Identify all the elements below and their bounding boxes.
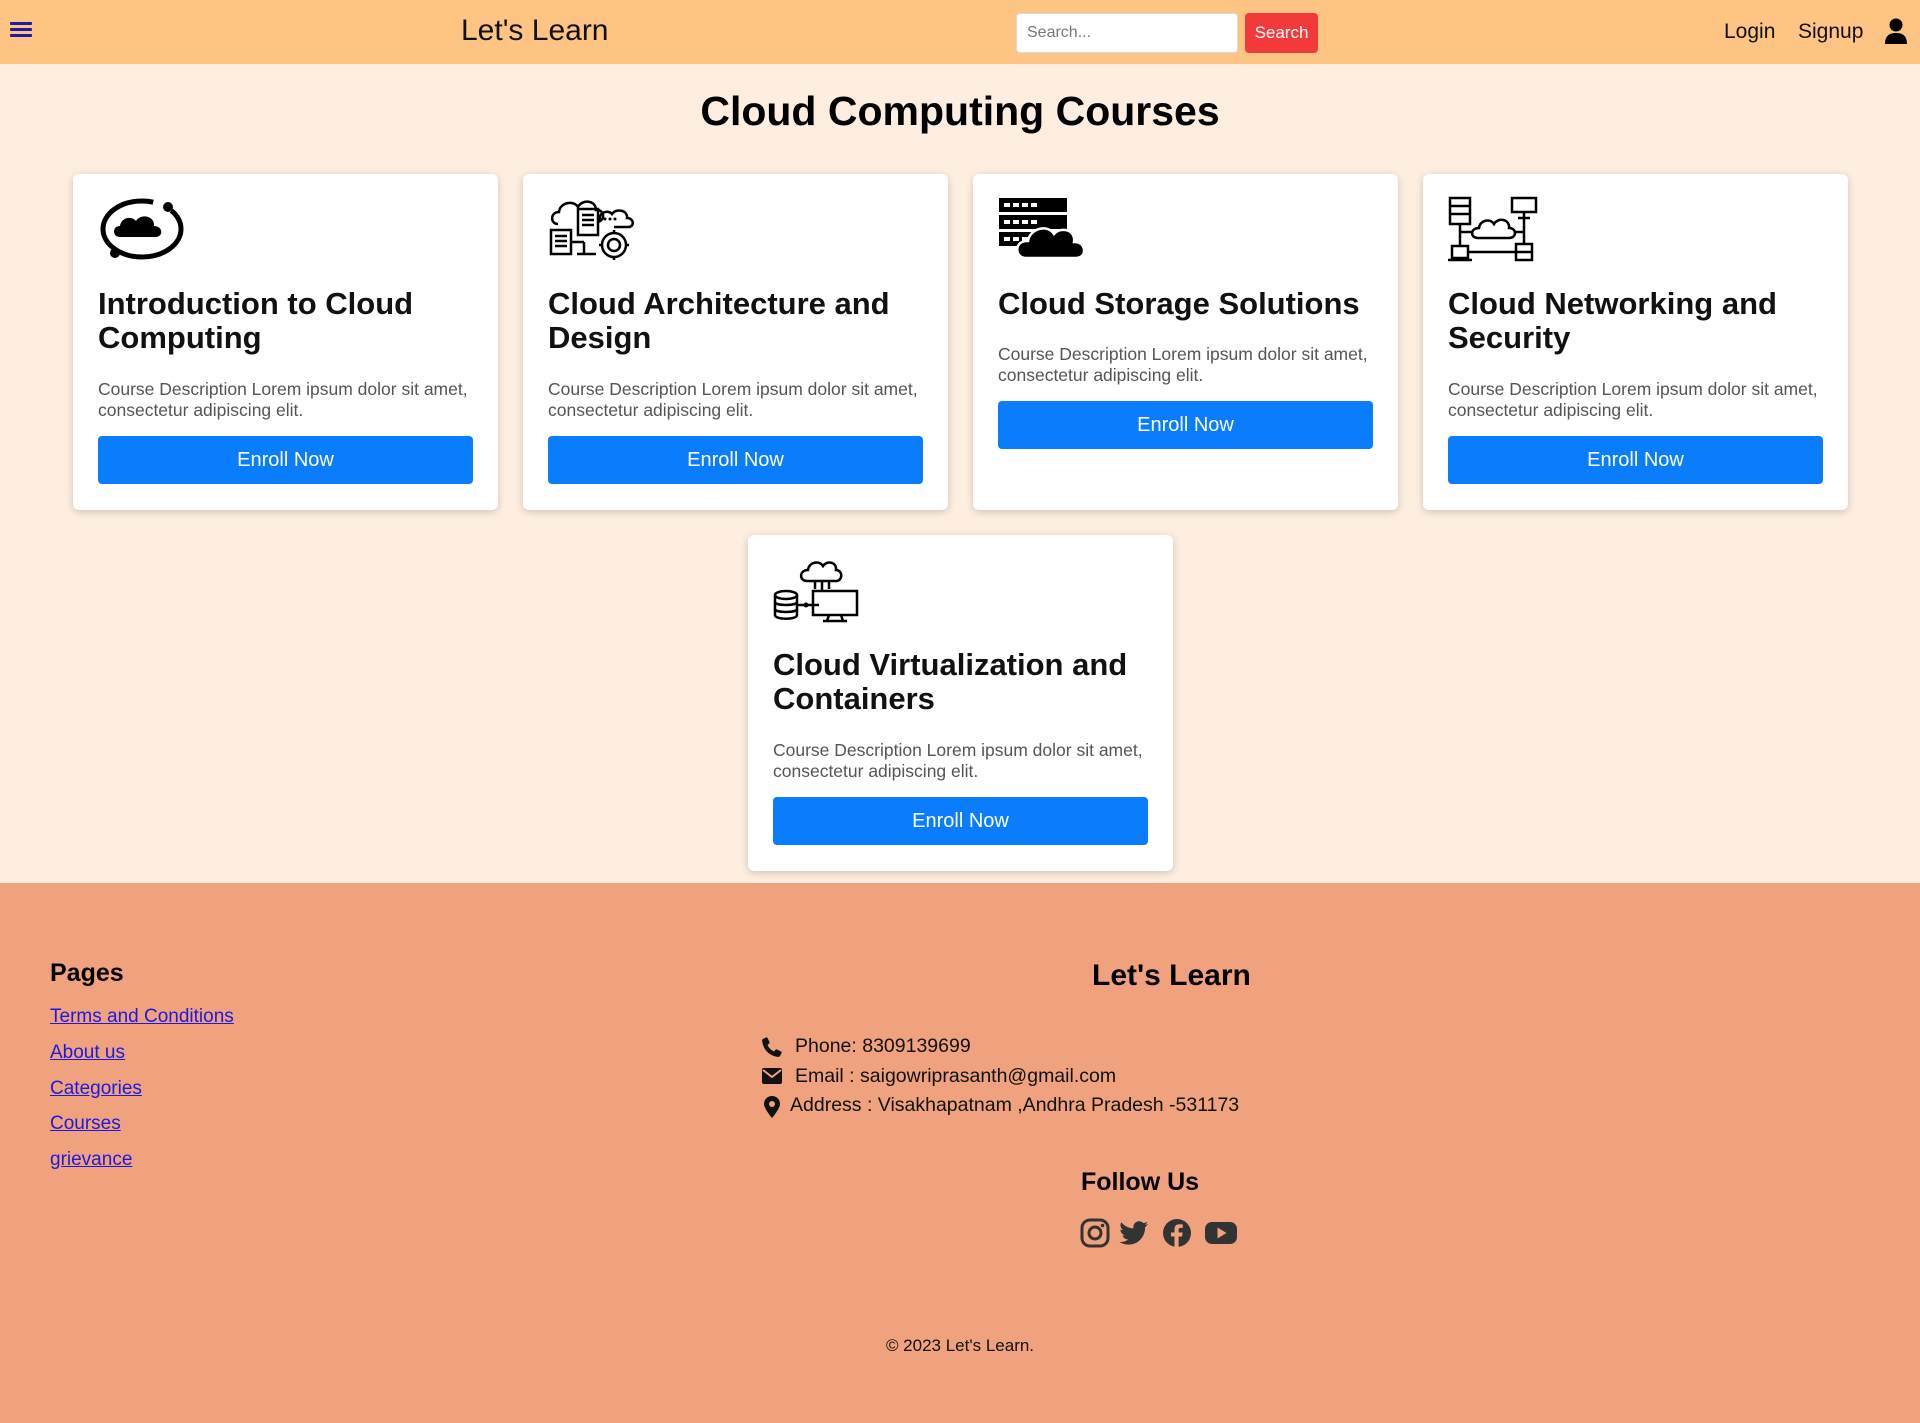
contact-phone-text: Phone: 8309139699 [795,1035,971,1057]
course-card: Cloud Virtualization and Containers Cour… [748,535,1173,871]
copyright-text: © 2023 Let's Learn. [885,1336,1035,1355]
envelope-icon [762,1068,782,1084]
footer-link-categories[interactable]: Categories [50,1078,142,1100]
search-input[interactable] [1016,13,1238,53]
twitter-icon[interactable] [1119,1218,1149,1248]
map-pin-icon [764,1096,780,1118]
cloud-storage-icon [999,198,1086,260]
follow-us-title: Follow Us [1081,1168,1200,1196]
course-card: Cloud Networking and Security Course Des… [1423,174,1848,510]
signup-link[interactable]: Signup [1798,20,1863,44]
enroll-button[interactable]: Enroll Now [548,436,923,484]
enroll-button[interactable]: Enroll Now [998,401,1373,449]
cloud-network-icon [1448,196,1538,262]
contact-address: Address : Visakhapatnam ,Andhra Pradesh … [762,1094,1362,1118]
footer-pages-title: Pages [50,959,124,987]
course-description: Course Description Lorem ipsum dolor sit… [1448,379,1818,420]
search-button[interactable]: Search [1245,13,1318,53]
footer: Pages Terms and Conditions About us Cate… [0,883,1920,1423]
course-card: Introduction to Cloud Computing Course D… [73,174,498,510]
page-title: Cloud Computing Courses [700,88,1220,134]
enroll-button[interactable]: Enroll Now [1448,436,1823,484]
course-title: Cloud Virtualization and Containers [773,647,1128,716]
contact-phone: Phone: 8309139699 [762,1035,1162,1059]
cloud-virtualization-icon [773,561,859,623]
enroll-button[interactable]: Enroll Now [98,436,473,484]
contact-email-text: Email : saigowriprasanth@gmail.com [795,1065,1117,1087]
course-title: Cloud Networking and Security [1448,286,1777,355]
cloud-architecture-icon [549,200,634,260]
hamburger-menu-icon[interactable] [10,20,32,42]
phone-icon [762,1037,782,1057]
brand-title[interactable]: Let's Learn [461,14,609,48]
contact-address-text: Address : Visakhapatnam ,Andhra Pradesh … [790,1094,1240,1116]
course-title: Cloud Storage Solutions [998,286,1360,321]
footer-link-terms[interactable]: Terms and Conditions [50,1006,234,1028]
user-icon[interactable] [1884,18,1908,44]
cloud-orbit-icon [100,198,184,260]
course-description: Course Description Lorem ipsum dolor sit… [98,379,468,420]
footer-link-grievance[interactable]: grievance [50,1149,132,1171]
course-title: Cloud Architecture and Design [548,286,890,355]
login-link[interactable]: Login [1724,20,1775,44]
course-description: Course Description Lorem ipsum dolor sit… [998,344,1368,385]
navbar: Let's Learn Search Login Signup [0,0,1920,64]
contact-email: Email : saigowriprasanth@gmail.com [762,1065,1162,1089]
instagram-icon[interactable] [1080,1218,1110,1248]
youtube-icon[interactable] [1204,1218,1238,1248]
course-card: Cloud Storage Solutions Course Descripti… [973,174,1398,510]
course-card: Cloud Architecture and Design Course Des… [523,174,948,510]
course-description: Course Description Lorem ipsum dolor sit… [548,379,918,420]
footer-link-about[interactable]: About us [50,1042,125,1064]
enroll-button[interactable]: Enroll Now [773,797,1148,845]
footer-brand: Let's Learn [1092,959,1251,992]
facebook-icon[interactable] [1162,1218,1192,1248]
course-title: Introduction to Cloud Computing [98,286,414,355]
course-description: Course Description Lorem ipsum dolor sit… [773,740,1143,781]
footer-link-courses[interactable]: Courses [50,1113,121,1135]
